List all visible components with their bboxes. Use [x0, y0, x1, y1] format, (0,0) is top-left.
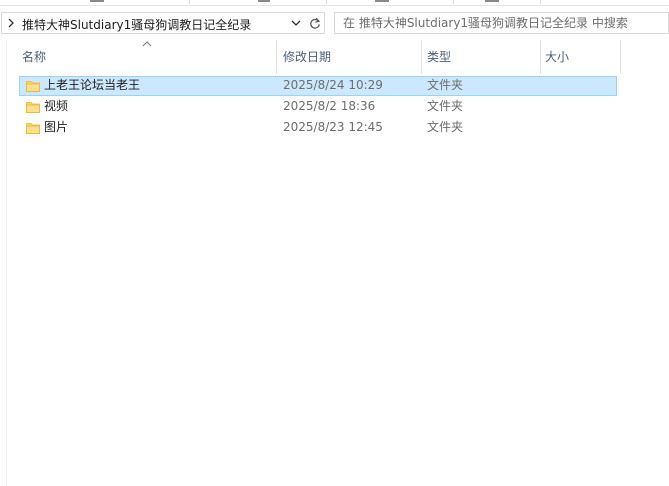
file-type: 文件夹 — [427, 120, 464, 134]
breadcrumb-chevron-icon[interactable] — [7, 17, 17, 29]
file-date-modified: 2025/8/2 18:36 — [283, 99, 376, 113]
breadcrumb-current-folder[interactable]: 推特大神Slutdiary1骚母狗调教日记全纪录 — [22, 16, 251, 33]
folder-icon — [26, 102, 40, 113]
column-header-name[interactable]: 名称 — [17, 40, 276, 74]
column-header-type[interactable]: 类型 — [422, 40, 540, 74]
file-type: 文件夹 — [427, 78, 464, 92]
file-row[interactable]: 视频 2025/8/2 18:36 文件夹 — [19, 97, 617, 117]
folder-icon — [26, 123, 40, 134]
file-name[interactable]: 图片 — [44, 118, 68, 138]
folder-icon — [26, 81, 40, 92]
file-row-selected[interactable]: 上老王论坛当老王 2025/8/24 10:29 文件夹 — [19, 76, 617, 96]
refresh-button[interactable] — [305, 12, 325, 34]
file-list[interactable]: 名称 修改日期 类型 大小 上老王论坛当老王 2025/8/24 10:29 文… — [6, 40, 669, 486]
refresh-icon — [310, 17, 321, 29]
file-name[interactable]: 视频 — [44, 97, 68, 117]
file-row[interactable]: 图片 2025/8/23 12:45 文件夹 — [19, 118, 617, 138]
file-name[interactable]: 上老王论坛当老王 — [44, 77, 140, 97]
search-input[interactable] — [343, 14, 663, 32]
column-header-date-modified[interactable]: 修改日期 — [278, 40, 421, 74]
ribbon-tab-remnant — [327, 0, 454, 4]
column-divider[interactable] — [620, 40, 621, 74]
chevron-down-icon[interactable] — [289, 16, 303, 30]
column-header-size[interactable]: 大小 — [540, 40, 620, 74]
column-divider[interactable] — [276, 40, 277, 74]
address-bar[interactable]: 推特大神Slutdiary1骚母狗调教日记全纪录 — [1, 12, 307, 34]
search-box[interactable] — [334, 12, 669, 34]
file-date-modified: 2025/8/24 10:29 — [283, 78, 383, 92]
file-date-modified: 2025/8/23 12:45 — [283, 120, 383, 134]
file-type: 文件夹 — [427, 99, 464, 113]
ribbon-remnant — [0, 0, 669, 6]
